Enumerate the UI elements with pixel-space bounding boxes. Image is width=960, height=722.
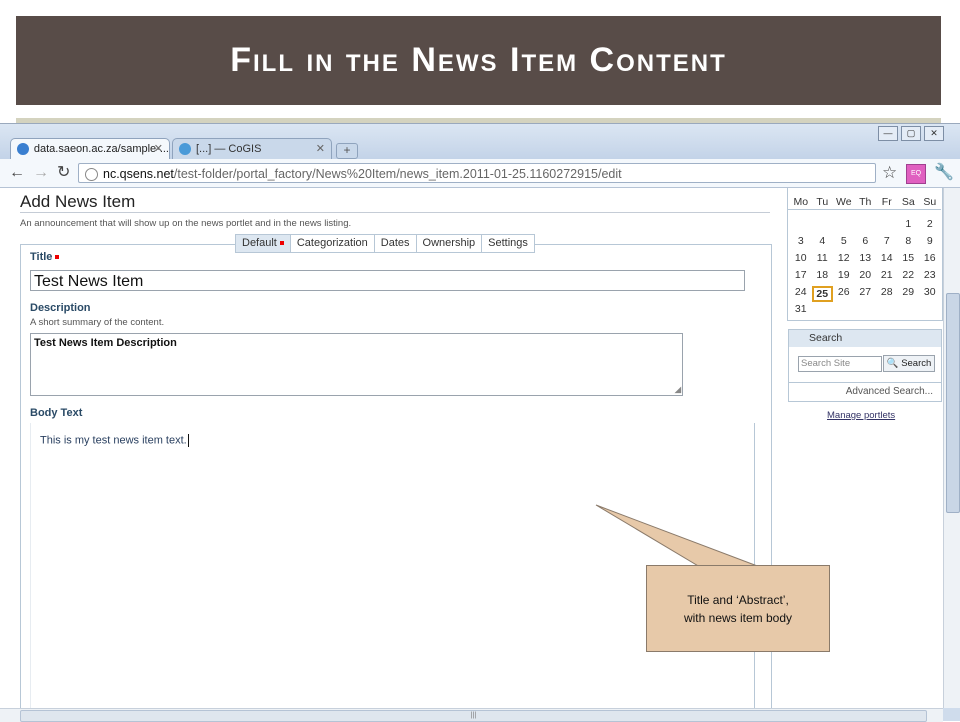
callout-note: Title and ‘Abstract’, with news item body [646,565,830,652]
